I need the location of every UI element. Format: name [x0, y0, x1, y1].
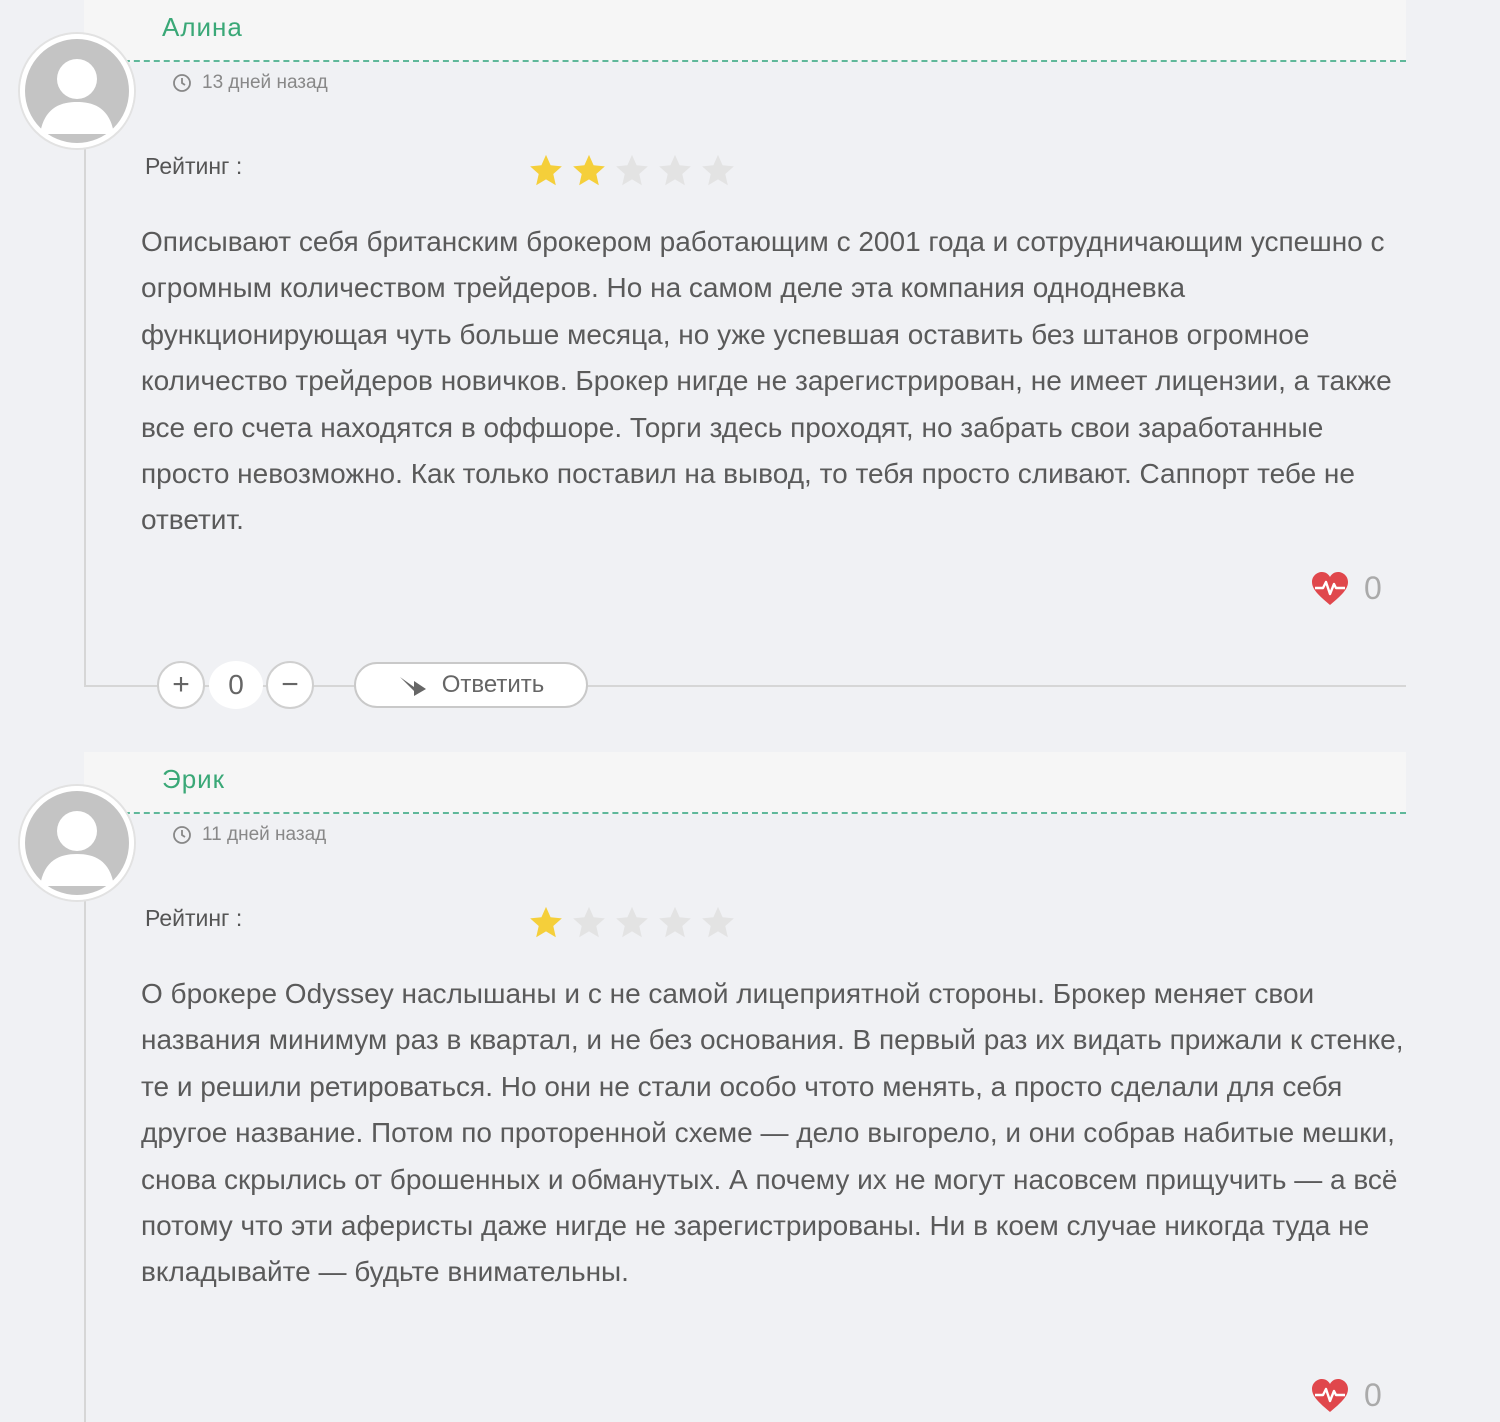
comments-list: Алина 13 дней назад Рейтинг : Описывают … — [0, 0, 1500, 1422]
star-icon — [702, 906, 734, 938]
star-rating — [527, 152, 737, 190]
comment-date-text: 11 дней назад — [202, 824, 327, 845]
user-silhouette-icon — [20, 786, 134, 900]
comment-text: О брокере Odyssey наслышаны и с не самой… — [141, 978, 1404, 1288]
heartbeat-icon[interactable] — [1310, 1378, 1350, 1414]
thread-line — [84, 842, 86, 1422]
star-rating — [527, 904, 737, 942]
comment-header — [84, 752, 1406, 814]
thread-line — [84, 90, 86, 686]
star-icon — [659, 906, 691, 938]
comment-date-text: 13 дней назад — [202, 72, 328, 93]
star-icon — [573, 906, 605, 938]
star-icon — [659, 154, 691, 186]
user-silhouette-icon — [20, 34, 134, 148]
comment: Эрик 11 дней назад Рейтинг : О брокере O… — [0, 752, 1500, 1422]
rating-label: Рейтинг : — [145, 905, 243, 931]
comment-text: Описывают себя британским брокером работ… — [141, 226, 1392, 536]
star-icon — [616, 906, 648, 938]
reply-button[interactable]: Ответить — [354, 662, 588, 708]
comment-date: 13 дней назад — [172, 72, 328, 94]
like-counter[interactable]: 0 — [1310, 570, 1382, 607]
avatar — [18, 784, 136, 902]
vote-up-button[interactable]: + — [157, 661, 205, 709]
star-icon — [573, 154, 605, 186]
star-icon — [616, 154, 648, 186]
clock-icon — [173, 74, 191, 92]
heartbeat-icon[interactable] — [1310, 571, 1350, 607]
vote-down-button[interactable]: − — [266, 661, 314, 709]
comment-date: 11 дней назад — [172, 824, 326, 846]
comment: Алина 13 дней назад Рейтинг : Описывают … — [0, 0, 1500, 720]
like-counter[interactable]: 0 — [1310, 1377, 1382, 1414]
comment-author[interactable]: Алина — [162, 12, 243, 43]
clock-icon — [173, 826, 191, 844]
vote-count: 0 — [209, 661, 263, 709]
star-icon — [702, 154, 734, 186]
reply-arrow-icon — [399, 677, 426, 696]
like-count: 0 — [1364, 1377, 1382, 1413]
star-icon — [530, 154, 562, 186]
comment-header — [84, 0, 1406, 62]
comment-author[interactable]: Эрик — [162, 764, 225, 795]
rating-label: Рейтинг : — [145, 153, 243, 179]
star-icon — [530, 906, 562, 938]
avatar — [18, 32, 136, 150]
reply-button-label: Ответить — [441, 671, 545, 698]
like-count: 0 — [1364, 570, 1382, 606]
